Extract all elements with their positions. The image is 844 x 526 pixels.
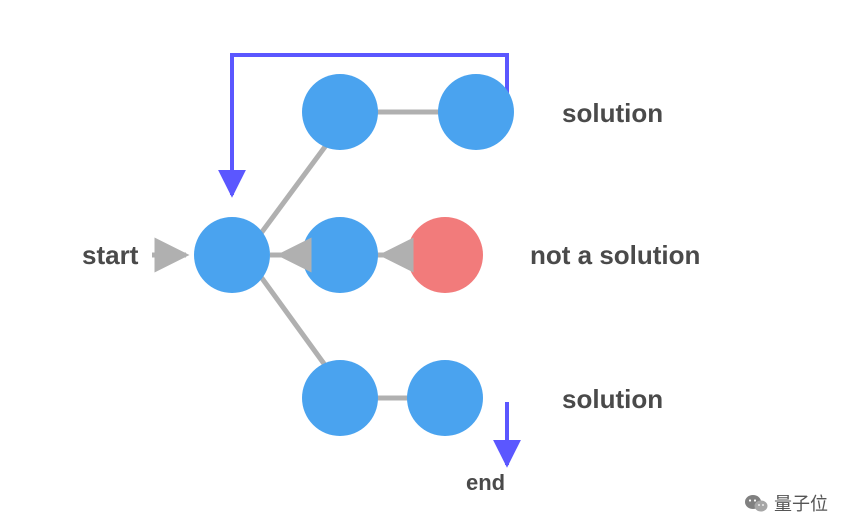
node-c2-solution [407,360,483,436]
diagram: start solution not a solution solution e… [0,0,844,526]
node-a1 [302,74,378,150]
label-end: end [466,470,505,495]
label-solution-bottom: solution [562,384,663,414]
node-c1 [302,360,378,436]
label-solution-top: solution [562,98,663,128]
node-b2-not-solution [407,217,483,293]
node-b1 [302,217,378,293]
label-not-solution: not a solution [530,240,700,270]
label-start: start [82,240,139,270]
watermark: 量子位 [744,490,828,516]
watermark-text: 量子位 [774,490,828,516]
node-a2-solution [438,74,514,150]
wechat-icon [744,493,768,513]
node-start [194,217,270,293]
